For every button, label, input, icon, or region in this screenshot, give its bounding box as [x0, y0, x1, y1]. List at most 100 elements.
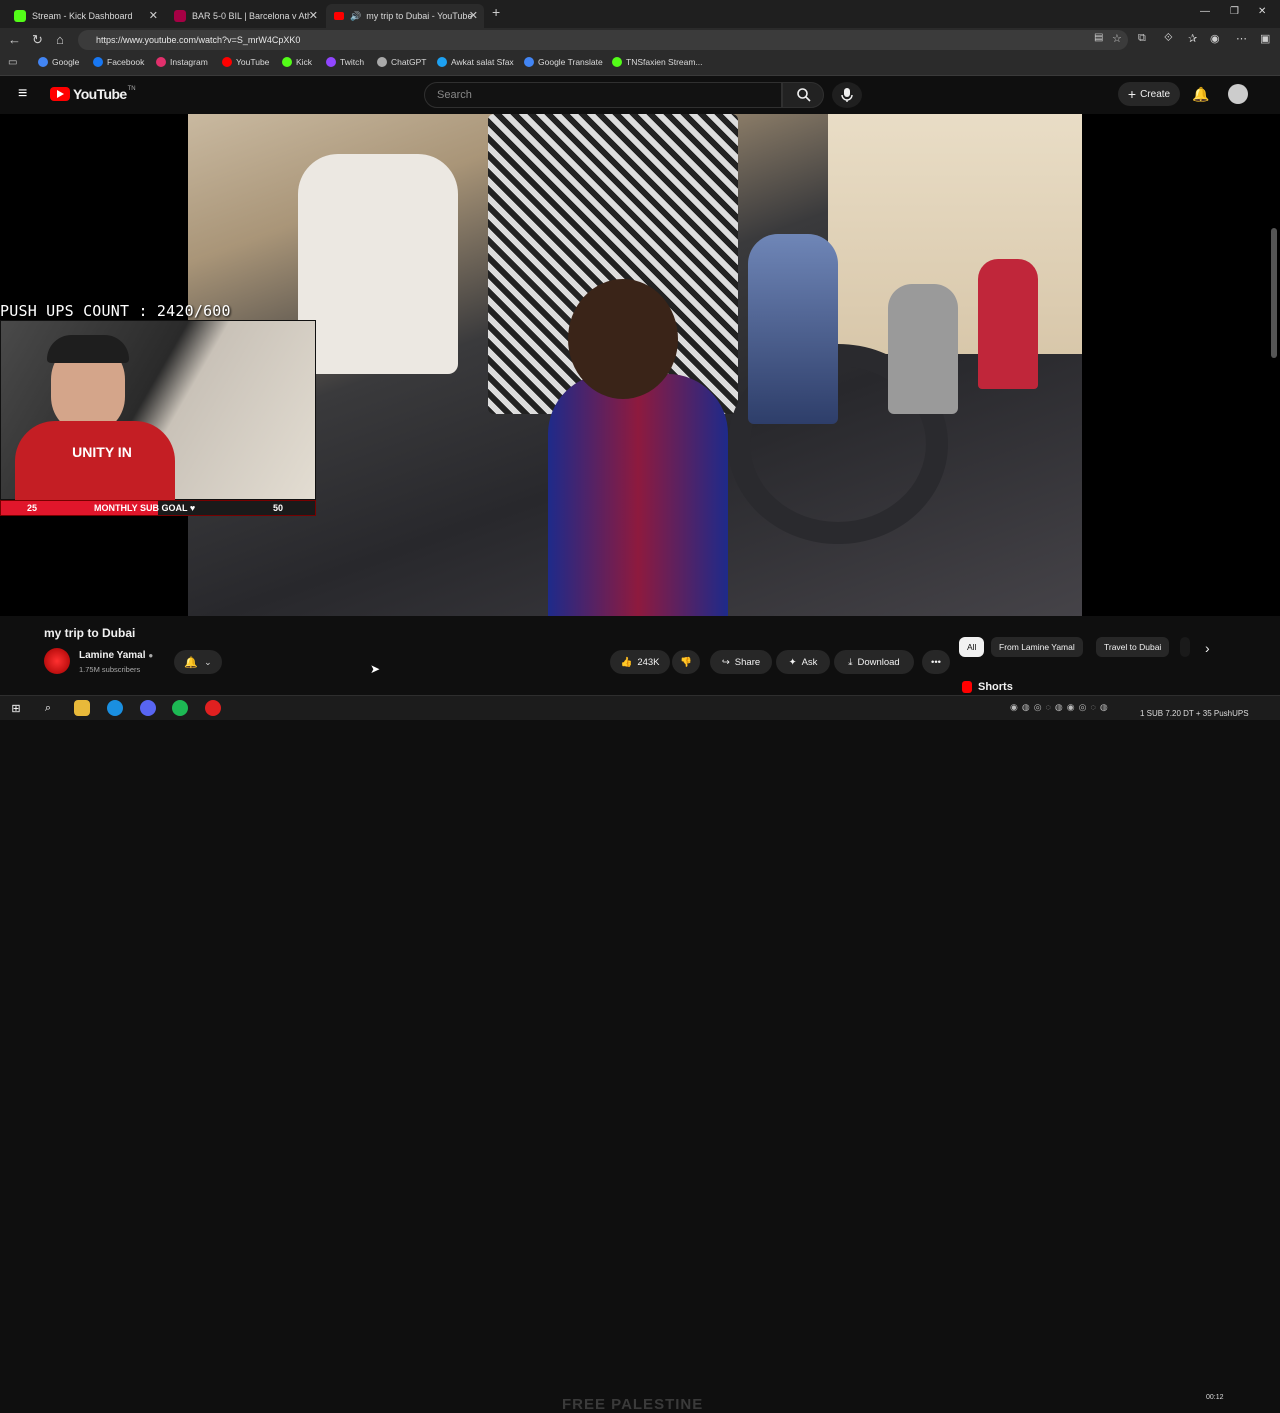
reader-icon[interactable]: ▤ — [1094, 32, 1103, 43]
youtube-header: ≡ YouTube TN Search + Create 🔔 — [0, 76, 1280, 114]
subscription-bell-button[interactable]: 🔔 ⌄ — [174, 650, 222, 674]
google-icon — [38, 57, 48, 67]
tab-kick-dashboard[interactable]: Stream - Kick Dashboard ✕ — [6, 4, 164, 28]
search-button[interactable] — [782, 82, 824, 108]
share-arrow-icon: ↪ — [721, 656, 730, 668]
notifications-bell-icon[interactable]: 🔔 — [1192, 86, 1209, 103]
download-label: Download — [857, 656, 900, 668]
google-translate-icon — [524, 57, 534, 67]
channel-name[interactable]: Lamine Yamal ● — [79, 650, 153, 661]
bookmark-awkat-salat[interactable]: Awkat salat Sfax — [437, 57, 514, 67]
bookmarks-bar: ▭ Google Facebook Instagram YouTube Kick… — [0, 52, 1280, 76]
bookmark-facebook[interactable]: Facebook — [93, 57, 144, 67]
file-explorer-icon[interactable] — [74, 700, 90, 716]
bookmark-google-translate[interactable]: Google Translate — [524, 57, 603, 67]
system-tray-icons[interactable]: ◉◍◎◌◍◉◎◌◍ — [1010, 702, 1112, 713]
ask-button[interactable]: ✦ Ask — [776, 650, 830, 674]
address-bar-row: ← ↻ ⌂ https://www.youtube.com/watch?v=S_… — [0, 28, 1280, 52]
download-icon: ⤓ — [848, 656, 853, 668]
spotify-icon[interactable] — [172, 700, 188, 716]
close-tab-icon[interactable]: ✕ — [309, 9, 318, 22]
url-field[interactable]: https://www.youtube.com/watch?v=S_mrW4Cp… — [78, 30, 1128, 50]
taskbar-clock[interactable]: 00:12 — [1206, 1393, 1224, 1402]
bookmark-youtube[interactable]: YouTube — [222, 57, 269, 67]
share-button[interactable]: ↪ Share — [710, 650, 772, 674]
youtube-logo[interactable]: YouTube TN — [50, 86, 136, 102]
bookmark-label: Google — [52, 57, 80, 67]
reload-icon[interactable]: ↻ — [32, 32, 43, 48]
chip-all[interactable]: All — [959, 637, 985, 657]
account-avatar[interactable] — [1228, 84, 1248, 104]
more-dots-icon: ••• — [931, 656, 941, 668]
person-red — [978, 259, 1038, 389]
close-window-icon[interactable]: ✕ — [1258, 6, 1266, 17]
free-palestine-text: FREE PALESTINE — [562, 1396, 704, 1413]
person-white-robe — [298, 154, 458, 374]
chip-travel-to-dubai[interactable]: Travel to Dubai — [1096, 637, 1170, 657]
profile-icon[interactable]: ◉ — [1210, 32, 1220, 45]
favorites-icon[interactable]: ✰ — [1188, 32, 1197, 45]
stream-ticker: 1 SUB 7.20 DT + 35 PushUPS — [1140, 709, 1249, 718]
split-icon[interactable]: ⟐ — [1164, 32, 1173, 45]
extensions-icon[interactable]: ⧉ — [1138, 32, 1146, 45]
back-icon[interactable]: ← — [8, 32, 21, 47]
tab-actions-icon[interactable]: ▭ — [8, 57, 17, 68]
maximize-icon[interactable]: ❐ — [1230, 6, 1239, 17]
create-button[interactable]: + Create — [1118, 82, 1180, 106]
voice-search-button[interactable] — [832, 82, 862, 108]
bookmark-label: Google Translate — [538, 57, 603, 67]
search-input[interactable]: Search — [424, 82, 782, 108]
microphone-icon — [841, 88, 853, 102]
chip-from-lamine-yamal[interactable]: From Lamine Yamal — [991, 637, 1083, 657]
chevron-down-icon: ⌄ — [204, 656, 212, 667]
close-tab-icon[interactable]: ✕ — [469, 9, 478, 22]
bookmark-kick[interactable]: Kick — [282, 57, 312, 67]
bookmark-tnsfaxien[interactable]: TNSfaxien Stream... — [612, 57, 703, 67]
streamer-headset — [47, 335, 129, 363]
home-icon[interactable]: ⌂ — [56, 32, 64, 47]
sidebar-icon[interactable]: ▣ — [1260, 32, 1270, 45]
obs-icon[interactable] — [205, 700, 221, 716]
chip-label: Travel to Dubai — [1104, 642, 1162, 652]
hamburger-menu-icon[interactable]: ≡ — [18, 85, 27, 103]
child-barcelona-shirt — [548, 374, 728, 616]
edge-browser-icon[interactable] — [107, 700, 123, 716]
like-button[interactable]: 👍 243K — [610, 650, 670, 674]
channel-avatar[interactable] — [44, 648, 70, 674]
bookmark-google[interactable]: Google — [38, 57, 79, 67]
close-tab-icon[interactable]: ✕ — [149, 9, 158, 22]
bookmark-instagram[interactable]: Instagram — [156, 57, 208, 67]
bookmark-chatgpt[interactable]: ChatGPT — [377, 57, 426, 67]
bookmark-twitch[interactable]: Twitch — [326, 57, 364, 67]
dislike-button[interactable]: 👎 — [672, 650, 700, 674]
speaker-icon[interactable]: 🔊 — [350, 11, 361, 22]
shorts-section-header: Shorts — [962, 681, 1013, 693]
chevron-right-icon[interactable]: › — [1205, 640, 1210, 656]
download-button[interactable]: ⤓ Download — [834, 650, 914, 674]
taskbar-search-icon[interactable]: ⌕ — [40, 700, 56, 716]
verified-icon: ● — [148, 651, 154, 660]
more-menu-icon[interactable]: ⋯ — [1236, 32, 1247, 45]
more-actions-button[interactable]: ••• — [922, 650, 950, 674]
video-frame[interactable] — [188, 114, 1082, 616]
discord-icon[interactable] — [140, 700, 156, 716]
tab-youtube[interactable]: 🔊 my trip to Dubai - YouTube ✕ — [326, 4, 484, 28]
chip-label: From Lamine Yamal — [999, 642, 1075, 652]
video-title: my trip to Dubai — [44, 626, 136, 640]
share-label: Share — [734, 656, 761, 668]
tab-barcelona[interactable]: BAR 5-0 BIL | Barcelona v Ath Bilb... ✕ — [166, 4, 324, 28]
minimize-icon[interactable]: — — [1200, 6, 1210, 17]
sub-goal-label: MONTHLY SUB GOAL ♥ — [94, 503, 196, 513]
pushups-counter: PUSH UPS COUNT : 2420/600 — [0, 302, 231, 320]
favorite-star-icon[interactable]: ☆ — [1112, 32, 1122, 45]
windows-start-icon[interactable]: ⊞ — [8, 700, 24, 716]
youtube-wordmark: YouTube — [73, 86, 127, 102]
tab-label: my trip to Dubai - YouTube — [366, 11, 473, 21]
new-tab-button[interactable]: + — [492, 4, 500, 20]
chip-partial[interactable] — [1180, 637, 1190, 657]
streamer-hoodie — [15, 421, 175, 501]
bookmark-label: TNSfaxien Stream... — [626, 57, 703, 67]
kick-favicon-icon — [14, 10, 26, 22]
thumbs-down-icon: 👎 — [680, 656, 692, 668]
page-scrollbar[interactable] — [1271, 228, 1277, 358]
